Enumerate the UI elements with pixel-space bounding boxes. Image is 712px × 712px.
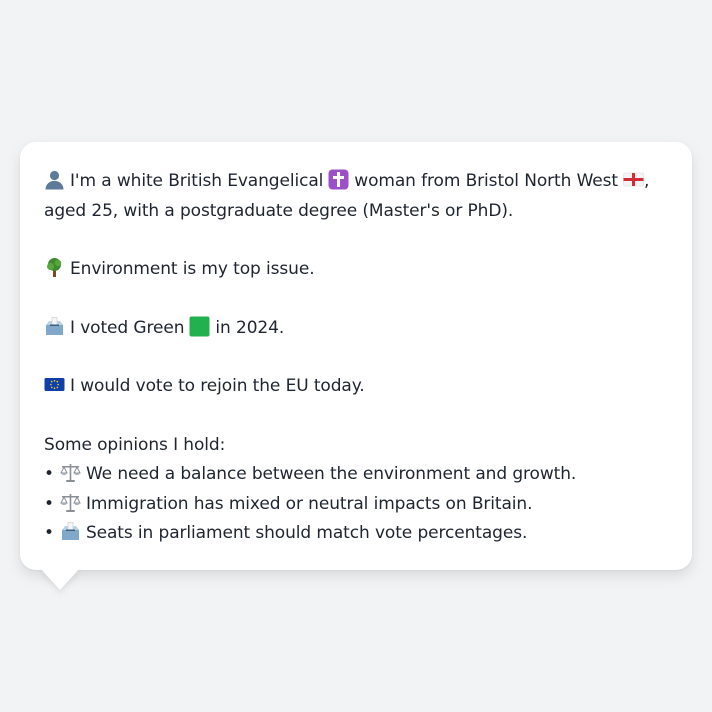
eu-text: I would vote to rejoin the EU today. — [70, 376, 365, 396]
intro-text-a: I'm a white British Evangelical — [70, 171, 324, 191]
ballot-box-icon — [44, 316, 65, 337]
latin-cross-icon — [328, 169, 349, 190]
intro-text-c: , — [643, 171, 650, 191]
ballot-box-icon — [60, 521, 81, 542]
speech-bubble-tail — [40, 568, 80, 590]
top-issue-text: Environment is my top issue. — [70, 259, 315, 279]
opinion-text: We need a balance between the environmen… — [85, 464, 577, 484]
intro-line-1: I'm a white British Evangelical woman fr… — [44, 167, 668, 197]
opinion-item: • Immigration has mixed or neutral impac… — [44, 490, 668, 520]
vote-text-a: I voted Green — [70, 317, 185, 338]
intro-line-2: aged 25, with a postgraduate degree (Mas… — [44, 200, 514, 221]
eu-flag-icon — [44, 374, 65, 395]
balance-scale-icon — [60, 492, 81, 513]
opinion-text: Seats in parliament should match vote pe… — [85, 523, 528, 543]
eu-line: I would vote to rejoin the EU today. — [44, 372, 668, 402]
vote-line: I voted Green in 2024. — [44, 314, 668, 344]
balance-scale-icon — [60, 462, 81, 483]
green-square-icon — [189, 316, 210, 337]
bullet: • — [44, 523, 54, 543]
opinion-item: • Seats in parliament should match vote … — [44, 519, 668, 549]
persona-speech-bubble: I'm a white British Evangelical woman fr… — [20, 142, 692, 570]
deciduous-tree-icon — [44, 257, 65, 278]
vote-text-b: in 2024. — [215, 317, 285, 338]
england-flag-icon — [623, 169, 644, 190]
opinion-text: Immigration has mixed or neutral impacts… — [85, 493, 533, 514]
bullet: • — [44, 493, 54, 514]
bullet: • — [44, 464, 54, 484]
intro-text-b: woman from Bristol North West — [354, 171, 618, 191]
opinions-heading: Some opinions I hold: — [44, 434, 226, 455]
person-silhouette-icon — [44, 169, 65, 190]
top-issue-line: Environment is my top issue. — [44, 255, 668, 285]
opinion-item: • We need a balance between the environm… — [44, 460, 668, 490]
